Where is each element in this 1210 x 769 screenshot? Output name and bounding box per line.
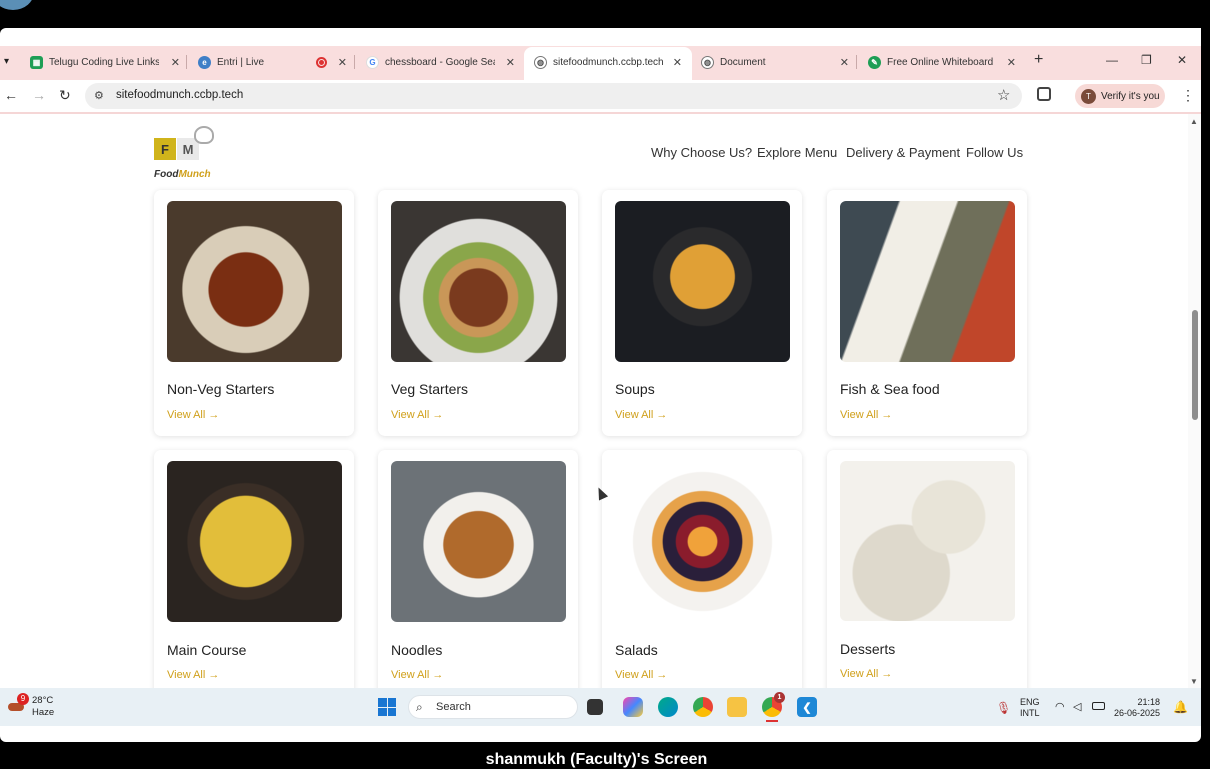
menu-item-title: Desserts [840, 641, 896, 657]
food-image-noodles [391, 461, 566, 622]
recording-icon [316, 56, 327, 68]
screen-share-caption: shanmukh (Faculty)'s Screen [485, 751, 708, 768]
whiteboard-icon: ✎ [868, 55, 881, 69]
food-image-soup [615, 201, 790, 362]
view-all-link[interactable]: View All → [391, 409, 443, 421]
menu-item-title: Main Course [167, 642, 247, 658]
language-indicator[interactable]: ENG INTL [1020, 697, 1040, 719]
logo-f[interactable]: F [154, 138, 176, 160]
avatar: T [1081, 88, 1096, 104]
camera-bubble [0, 0, 34, 10]
battery-icon[interactable] [1092, 702, 1105, 710]
view-all-link[interactable]: View All → [840, 409, 892, 421]
menu-item-title: Soups [615, 381, 655, 397]
logo-text[interactable]: FoodMunch [154, 169, 211, 180]
reload-icon[interactable]: ↻ [59, 87, 71, 104]
back-icon[interactable]: ← [4, 87, 18, 103]
view-all-link[interactable]: View All → [167, 409, 219, 421]
chef-hat-icon [194, 126, 214, 144]
file-explorer-icon[interactable] [727, 697, 747, 717]
tab-chessboard[interactable]: G chessboard - Google Searc ✕ [366, 52, 515, 72]
menu-icon[interactable]: ⋮ [1181, 87, 1195, 104]
new-tab-button[interactable]: + [1034, 51, 1043, 69]
food-image-nonveg [167, 201, 342, 362]
close-icon[interactable]: ✕ [338, 56, 347, 69]
google-icon: G [366, 55, 379, 69]
copilot-icon[interactable] [623, 697, 643, 717]
view-all-link[interactable]: View All → [615, 409, 667, 421]
globe-icon: ◍ [701, 55, 714, 69]
tab-whiteboard[interactable]: ✎ Free Online Whiteboard ✕ [868, 52, 1016, 72]
close-icon[interactable]: ✕ [171, 56, 180, 69]
chrome-profile-icon[interactable]: 1 [762, 692, 785, 717]
view-all-link[interactable]: View All → [615, 669, 667, 681]
close-window-button[interactable]: ✕ [1177, 53, 1187, 67]
edge-icon[interactable] [658, 697, 678, 717]
minimize-button[interactable]: — [1106, 53, 1118, 67]
food-image-salads [615, 461, 790, 622]
wifi-icon[interactable]: ◠ [1055, 700, 1065, 713]
tab-entri-live[interactable]: e Entri | Live ✕ [198, 52, 347, 72]
taskbar-search[interactable] [408, 695, 578, 719]
bookmark-star-icon[interactable]: ☆ [997, 86, 1010, 104]
food-image-main-course [167, 461, 342, 622]
chrome-icon[interactable] [693, 697, 713, 717]
nav-follow-us[interactable]: Follow Us [966, 145, 1023, 160]
nav-explore-menu[interactable]: Explore Menu [757, 145, 837, 160]
task-view-icon[interactable] [587, 699, 603, 715]
notification-bell-icon[interactable]: 🔔 [1173, 700, 1188, 714]
view-all-link[interactable]: View All → [391, 669, 443, 681]
tab-sitefoodmunch[interactable]: ◍ sitefoodmunch.ccbp.tech ✕ [534, 52, 682, 72]
clock[interactable]: 21:18 26-06-2025 [1114, 697, 1160, 719]
entri-icon: e [198, 55, 211, 69]
search-icon: ⌕ [416, 700, 423, 714]
globe-icon: ◍ [534, 55, 547, 69]
profile-button[interactable]: T Verify it's you [1075, 84, 1165, 108]
forward-icon[interactable]: → [32, 87, 46, 103]
close-icon[interactable]: ✕ [506, 56, 515, 69]
close-icon[interactable]: ✕ [1007, 56, 1016, 69]
tab-search-chevron-icon[interactable]: ▾ [4, 56, 9, 67]
food-image-desserts [840, 461, 1015, 621]
menu-item-title: Salads [615, 642, 658, 658]
nav-delivery-payment[interactable]: Delivery & Payment [846, 145, 960, 160]
menu-item-title: Fish & Sea food [840, 381, 940, 397]
tab-document[interactable]: ◍ Document ✕ [701, 52, 849, 72]
active-app-indicator [766, 720, 778, 722]
search-label: Search [436, 701, 471, 713]
menu-item-title: Noodles [391, 642, 443, 658]
menu-item-title: Veg Starters [391, 381, 469, 397]
close-icon[interactable]: ✕ [840, 56, 849, 69]
view-all-link[interactable]: View All → [840, 668, 892, 680]
volume-icon[interactable]: ◁ [1073, 700, 1081, 713]
extensions-icon[interactable] [1037, 87, 1051, 101]
screen-share: ▾ ▦ Telugu Coding Live Links S ✕ e Entri… [0, 0, 1210, 769]
tab-telugu-coding[interactable]: ▦ Telugu Coding Live Links S ✕ [30, 52, 180, 72]
site-info-icon[interactable]: ⚙ [94, 89, 104, 102]
scroll-up-icon[interactable]: ▲ [1190, 117, 1198, 126]
food-image-veg [391, 201, 566, 362]
vscode-icon[interactable]: ❮ [797, 697, 817, 717]
menu-item-title: Non-Veg Starters [167, 381, 275, 397]
nav-why-choose-us[interactable]: Why Choose Us? [651, 145, 752, 160]
sheets-icon: ▦ [30, 55, 43, 69]
scroll-down-icon[interactable]: ▼ [1190, 677, 1198, 686]
weather-icon[interactable]: 9 [8, 693, 29, 713]
scrollbar-thumb[interactable] [1192, 310, 1198, 420]
close-icon[interactable]: ✕ [673, 56, 682, 69]
food-image-fish [840, 201, 1015, 362]
restore-button[interactable]: ❐ [1141, 53, 1152, 67]
url-text[interactable]: sitefoodmunch.ccbp.tech [116, 89, 243, 101]
view-all-link[interactable]: View All → [167, 669, 219, 681]
start-windows-icon[interactable] [378, 698, 396, 716]
microphone-icon[interactable]: 🎙 [996, 701, 1011, 715]
weather-widget[interactable]: 28°C Haze [32, 695, 54, 719]
